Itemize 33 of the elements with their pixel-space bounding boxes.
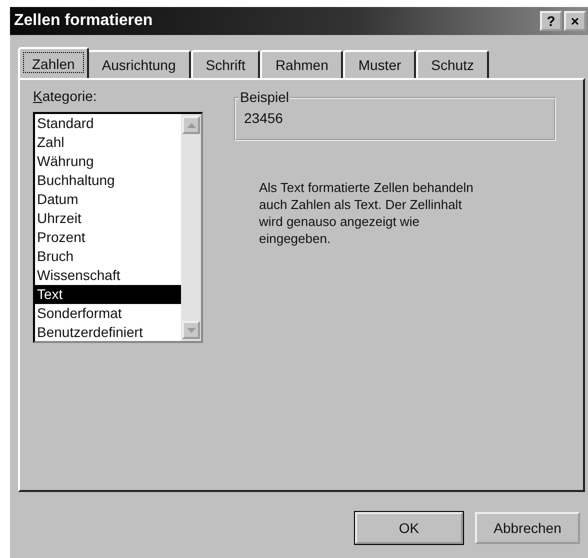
list-item[interactable]: Prozent — [35, 228, 181, 247]
window-title: Zellen formatieren — [14, 12, 154, 30]
list-item[interactable]: Währung — [35, 152, 181, 171]
sample-value: 23456 — [244, 110, 283, 126]
list-item[interactable]: Datum — [35, 190, 181, 209]
tab[interactable]: Muster — [343, 50, 416, 78]
scroll-up-button[interactable] — [182, 116, 200, 134]
category-list[interactable]: Standard Zahl Währung Buchhaltung Datum Uhrzeit Prozent Bruch Wissenschaft Text Sonderformat Benutzerdefiniert — [33, 112, 203, 343]
sample-label: Beispiel — [239, 89, 290, 105]
list-item[interactable]: Buchhaltung — [35, 171, 181, 190]
cancel-button[interactable]: Abbrechen — [475, 512, 580, 544]
scrollbar[interactable] — [181, 114, 201, 341]
tab[interactable]: Ausrichtung — [86, 50, 191, 78]
scroll-up-icon — [186, 122, 196, 128]
list-item[interactable]: Bruch — [35, 247, 181, 266]
scroll-down-button[interactable] — [182, 321, 200, 339]
category-label: Kategorie: — [33, 88, 98, 106]
tab[interactable]: Rahmen — [260, 50, 344, 78]
list-item[interactable]: Zahl — [35, 133, 181, 152]
list-item[interactable]: Wissenschaft — [35, 266, 181, 285]
tab[interactable]: Schutz — [416, 50, 489, 78]
close-button[interactable]: × — [564, 11, 586, 31]
tab[interactable]: Schrift — [190, 50, 260, 78]
list-item[interactable]: Standard — [35, 114, 181, 133]
list-item[interactable]: Sonderformat — [35, 304, 181, 323]
list-item[interactable]: Uhrzeit — [35, 209, 181, 228]
ok-button[interactable]: OK — [355, 512, 463, 544]
help-button[interactable]: ? — [540, 11, 562, 31]
tab[interactable]: Zahlen — [18, 47, 89, 78]
list-item[interactable]: Text — [35, 285, 181, 304]
list-item[interactable]: Benutzerdefiniert — [35, 323, 181, 342]
scroll-down-icon — [186, 328, 196, 332]
description-text: Als Text formatierte Zellen behandeln auch Zahlen als Text. Der Zellinhalt wird genauso angezeigt wie eingegeben. — [259, 179, 474, 247]
